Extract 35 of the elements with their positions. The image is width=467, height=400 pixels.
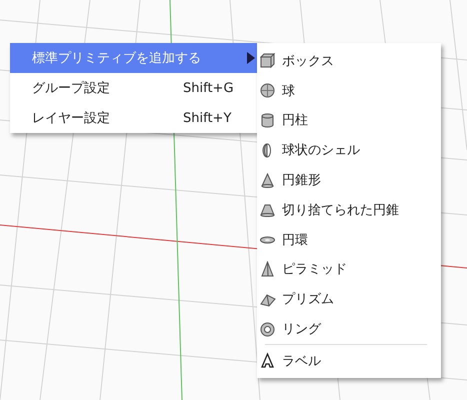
menu-item[interactable]: ボックス [257,46,441,76]
menu-item[interactable]: 円柱 [257,106,441,136]
menu-item[interactable]: グループ設定 Shift+G [10,73,258,103]
menu-item[interactable]: レイヤー設定 Shift+Y [10,103,258,133]
menu-item-label: 球状のシェル [282,142,361,160]
menu-item-label: 円環 [282,232,309,249]
menu-item[interactable]: 球状のシェル [257,135,441,166]
menu-item[interactable]: 球 [257,76,441,106]
cone-icon [259,172,276,189]
menu-item[interactable]: 円環 [257,224,441,255]
menu-item[interactable]: 円錐形 [257,165,441,195]
menu-item[interactable]: プリズム [257,284,441,314]
menu-item[interactable]: ピラミッド [257,254,441,284]
menu-item-label: リング [282,321,322,338]
pyramid-icon [259,260,276,278]
menu-item-label: ピラミッド [282,261,348,278]
menu-item-label: プリズム [282,291,335,308]
menu-item-label: 球 [282,82,296,100]
sphere-icon [259,82,276,100]
menu-item-label: 標準プリミティブを追加する [32,50,202,67]
menu-item-label: グループ設定 [32,80,111,97]
menu-item-label: 円錐形 [282,172,322,190]
menu-item-label: レイヤー設定 [32,110,111,127]
label-icon [259,352,276,370]
menu-item-label: ラベル [282,352,322,370]
menu-item-label: 切り捨てられた円錐 [282,202,400,219]
menu-item-label: ボックス [282,52,335,70]
shortcut-label: Shift+G [183,80,235,96]
menu-item-label: 円柱 [282,112,309,130]
shortcut-label: Shift+Y [183,110,232,126]
menu-item[interactable]: 切り捨てられた円錐 [257,194,441,225]
menu-item[interactable]: リング [257,314,441,344]
cylinder-icon [259,112,276,129]
box-icon [259,52,276,70]
menu-item[interactable]: 標準プリミティブを追加する [10,43,258,73]
